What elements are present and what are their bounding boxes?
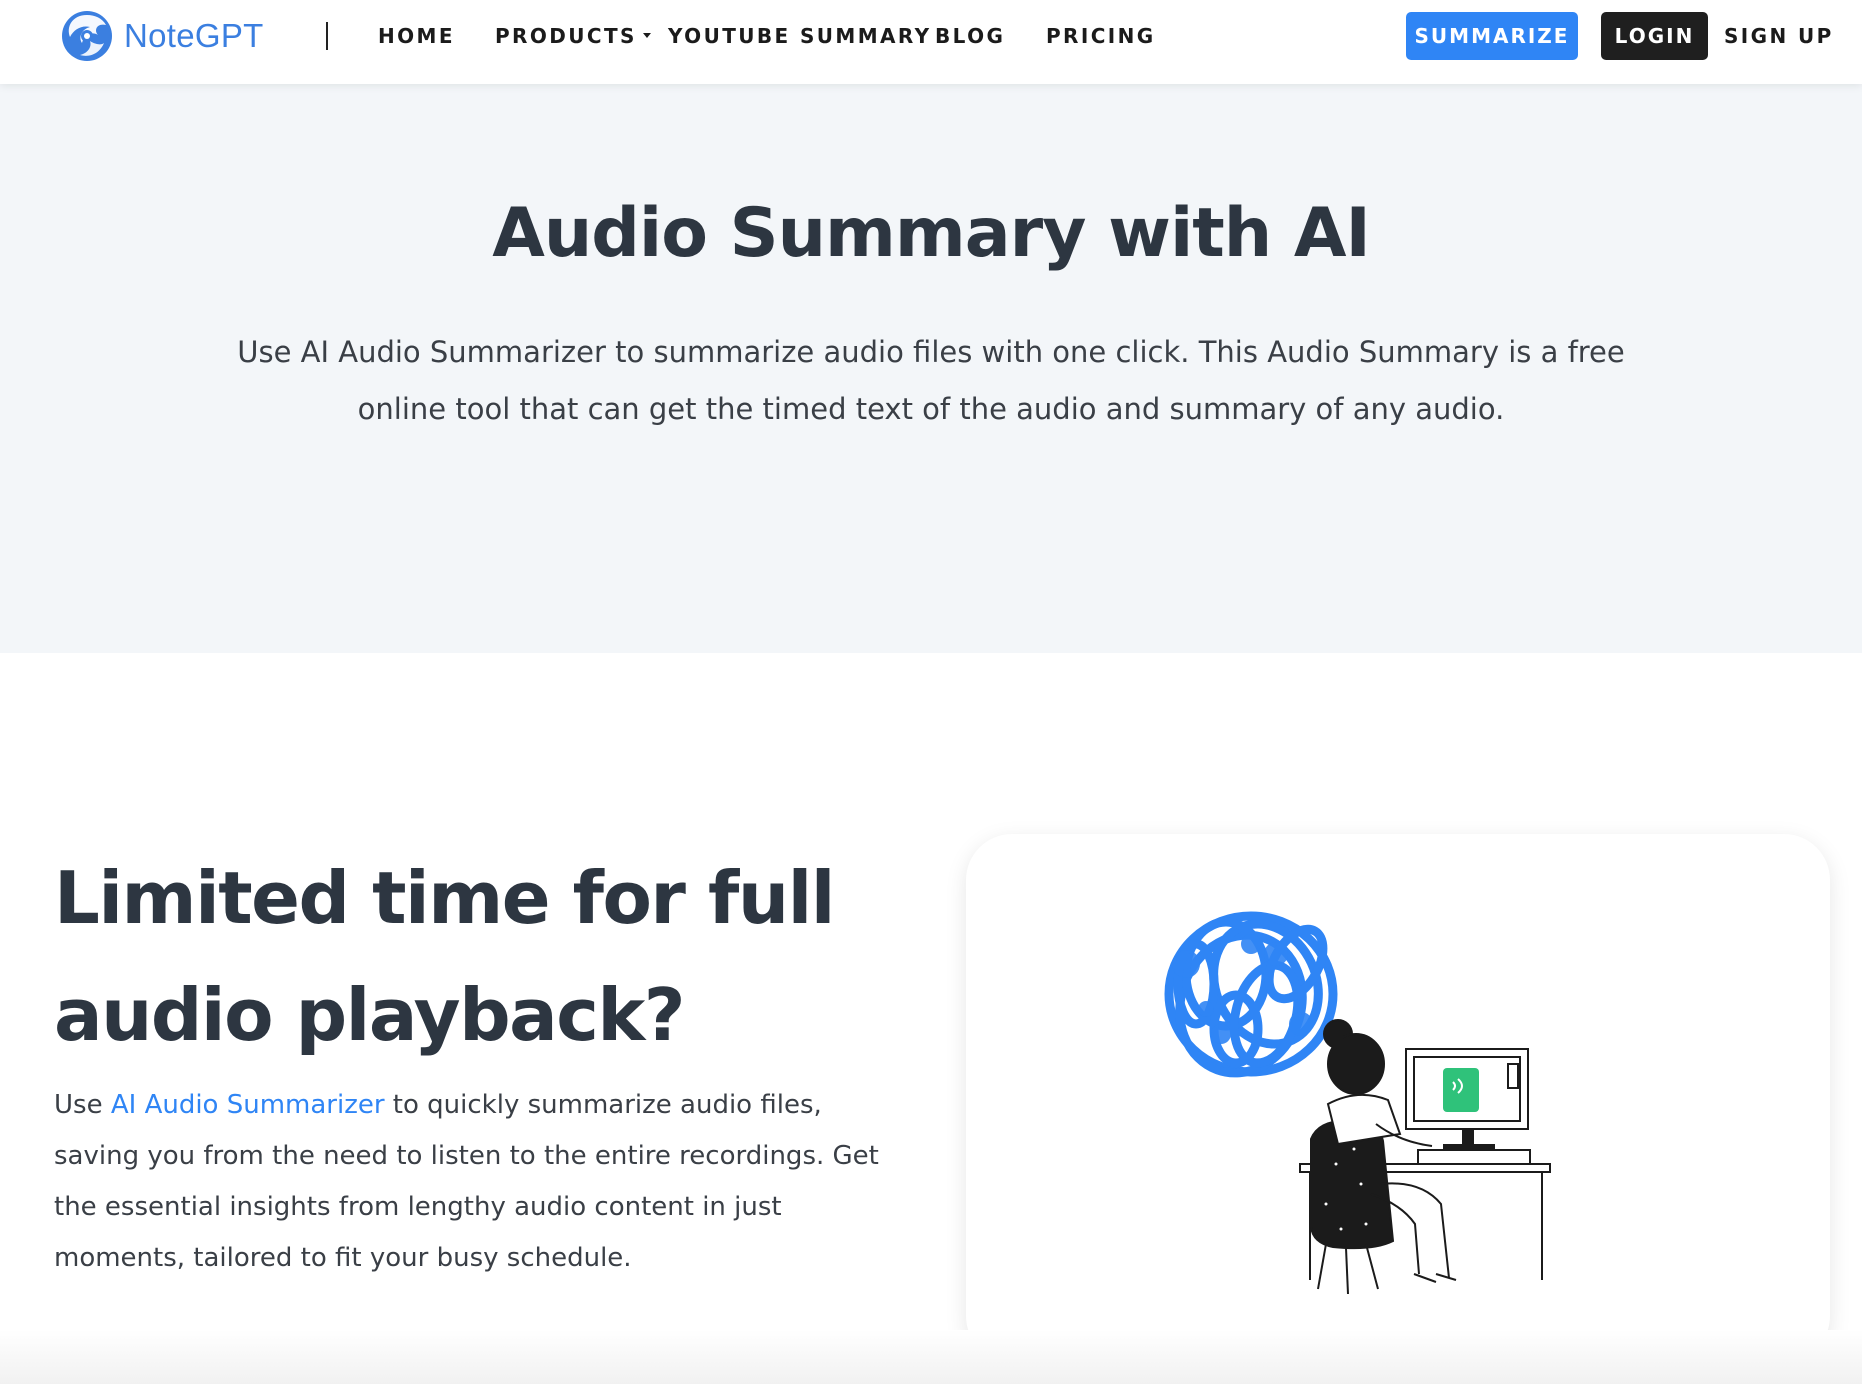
brand-name: NoteGPT [124,17,264,54]
feature-title: Limited time for full audio playback? [54,856,835,1057]
bottom-fade [0,1330,1862,1384]
nav-divider [326,22,328,50]
nav-pricing-link[interactable]: PRICING [1046,24,1156,48]
signup-link[interactable]: SIGN UP [1724,24,1834,48]
feature-desc-prefix: Use [54,1090,111,1120]
woman-at-computer-illustration [1164,911,1551,1295]
chevron-down-icon [642,33,651,38]
login-button[interactable]: LOGIN [1601,12,1708,60]
hero-description: Use AI Audio Summarizer to summarize aud… [237,335,1625,426]
summarize-button[interactable]: SUMMARIZE [1406,12,1578,60]
nav-products-label: PRODUCTS [495,24,637,48]
feature-description: Use AI Audio Summarizer to quickly summa… [54,1080,914,1284]
nav-products-link[interactable]: PRODUCTS [495,24,651,48]
logo[interactable]: NoteGPT [58,9,264,63]
ai-audio-summarizer-link[interactable]: AI Audio Summarizer [111,1090,385,1120]
nav-youtube-summary-link[interactable]: YOUTUBE SUMMARY [668,24,931,48]
nav-blog-link[interactable]: BLOG [935,24,1005,48]
navbar: NoteGPT HOME PRODUCTS YOUTUBE SUMMARY BL… [0,0,1862,84]
illustration-card [966,834,1830,1362]
hero-section: Audio Summary with AI Use AI Audio Summa… [0,84,1862,653]
nav-home-link[interactable]: HOME [378,24,455,48]
swirl-logo-icon [62,11,112,61]
hero-title: Audio Summary with AI [492,194,1371,273]
